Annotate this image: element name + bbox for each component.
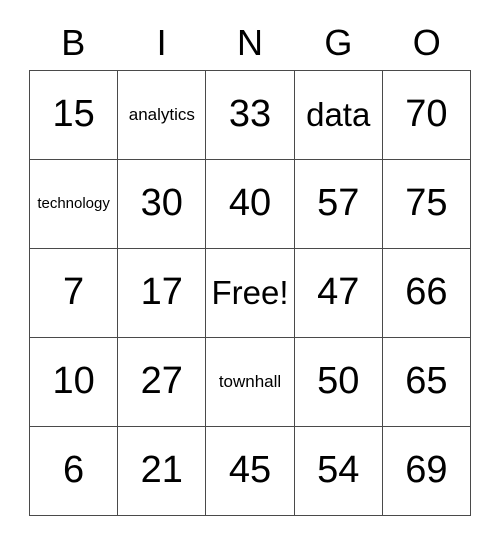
bingo-cell[interactable]: 69 [382, 427, 472, 516]
bingo-row: 6 21 45 54 69 [30, 427, 472, 516]
bingo-cell[interactable]: 15 [30, 71, 119, 160]
bingo-header-letter-o: O [383, 16, 471, 70]
bingo-cell-label: analytics [128, 105, 195, 125]
bingo-cell-label: 33 [228, 93, 272, 136]
bingo-row: 15 analytics 33 data 70 [30, 71, 472, 160]
bingo-cell[interactable]: data [294, 71, 383, 160]
bingo-cell[interactable]: 21 [118, 427, 207, 516]
bingo-header-letter-i-label: I [156, 22, 167, 63]
bingo-cell-label: 75 [405, 182, 448, 225]
bingo-cell-label: Free! [211, 273, 289, 311]
bingo-cell-label: 45 [228, 449, 272, 492]
bingo-row: technology 30 40 57 75 [30, 160, 472, 249]
bingo-header-letter-g-label: G [324, 22, 353, 63]
bingo-cell-label: 6 [63, 449, 85, 492]
bingo-cell[interactable]: 10 [30, 338, 119, 427]
bingo-cell-label: 10 [52, 360, 95, 403]
bingo-cell-label: 7 [63, 271, 85, 314]
bingo-cell-label: technology [37, 195, 110, 213]
bingo-cell[interactable]: 27 [118, 338, 207, 427]
bingo-cell-label: 15 [52, 93, 95, 136]
bingo-cell-label: 30 [140, 182, 183, 225]
bingo-cell[interactable]: 75 [382, 160, 472, 249]
bingo-header-letter-n-label: N [236, 22, 263, 63]
bingo-cell[interactable]: technology [30, 160, 119, 249]
bingo-header-letter-i: I [117, 16, 205, 70]
bingo-cell-label: 65 [405, 360, 448, 403]
bingo-cell[interactable]: 30 [118, 160, 207, 249]
bingo-cell-label: 47 [317, 271, 360, 314]
bingo-cell-label: data [306, 95, 371, 133]
bingo-row: 10 27 townhall 50 65 [30, 338, 472, 427]
bingo-header-letter-b: B [29, 16, 117, 70]
bingo-cell[interactable]: 54 [294, 427, 383, 516]
bingo-cell[interactable]: analytics [118, 71, 207, 160]
bingo-cell-label: 54 [317, 449, 360, 492]
bingo-cell-label: 17 [140, 271, 183, 314]
bingo-cell[interactable]: 40 [206, 160, 295, 249]
bingo-cell[interactable]: 70 [382, 71, 472, 160]
bingo-cell-label: 21 [140, 449, 183, 492]
bingo-cell-label: 69 [405, 449, 448, 492]
bingo-cell[interactable]: 65 [382, 338, 472, 427]
bingo-cell[interactable]: 57 [294, 160, 383, 249]
bingo-cell[interactable]: 33 [206, 71, 295, 160]
bingo-header-letter-n: N [206, 16, 294, 70]
bingo-cell[interactable]: 17 [118, 249, 207, 338]
bingo-cell[interactable]: townhall [206, 338, 295, 427]
bingo-cell-label: 27 [140, 360, 183, 403]
bingo-cell-label: 50 [317, 360, 360, 403]
bingo-cell-label: 57 [317, 182, 360, 225]
bingo-header-letter-b-label: B [61, 22, 86, 63]
bingo-card: B I N G O 15 analytics 33 data 70 technology 3… [29, 16, 472, 516]
bingo-header-row: B I N G O [29, 16, 471, 70]
bingo-cell[interactable]: 7 [30, 249, 119, 338]
bingo-cell[interactable]: 47 [294, 249, 383, 338]
bingo-cell[interactable]: 6 [30, 427, 119, 516]
bingo-cell-label: 66 [405, 271, 448, 314]
bingo-cell-label: 70 [405, 93, 448, 136]
bingo-cell[interactable]: 50 [294, 338, 383, 427]
bingo-header-letter-g: G [294, 16, 382, 70]
bingo-header-letter-o-label: O [412, 22, 441, 63]
bingo-cell-free[interactable]: Free! [206, 249, 295, 338]
bingo-grid: 15 analytics 33 data 70 technology 30 40 57 75 7 17… [29, 70, 472, 516]
bingo-cell[interactable]: 66 [382, 249, 472, 338]
bingo-row: 7 17 Free! 47 66 [30, 249, 472, 338]
bingo-cell[interactable]: 45 [206, 427, 295, 516]
bingo-cell-label: 40 [228, 182, 272, 225]
bingo-cell-label: townhall [218, 372, 282, 392]
